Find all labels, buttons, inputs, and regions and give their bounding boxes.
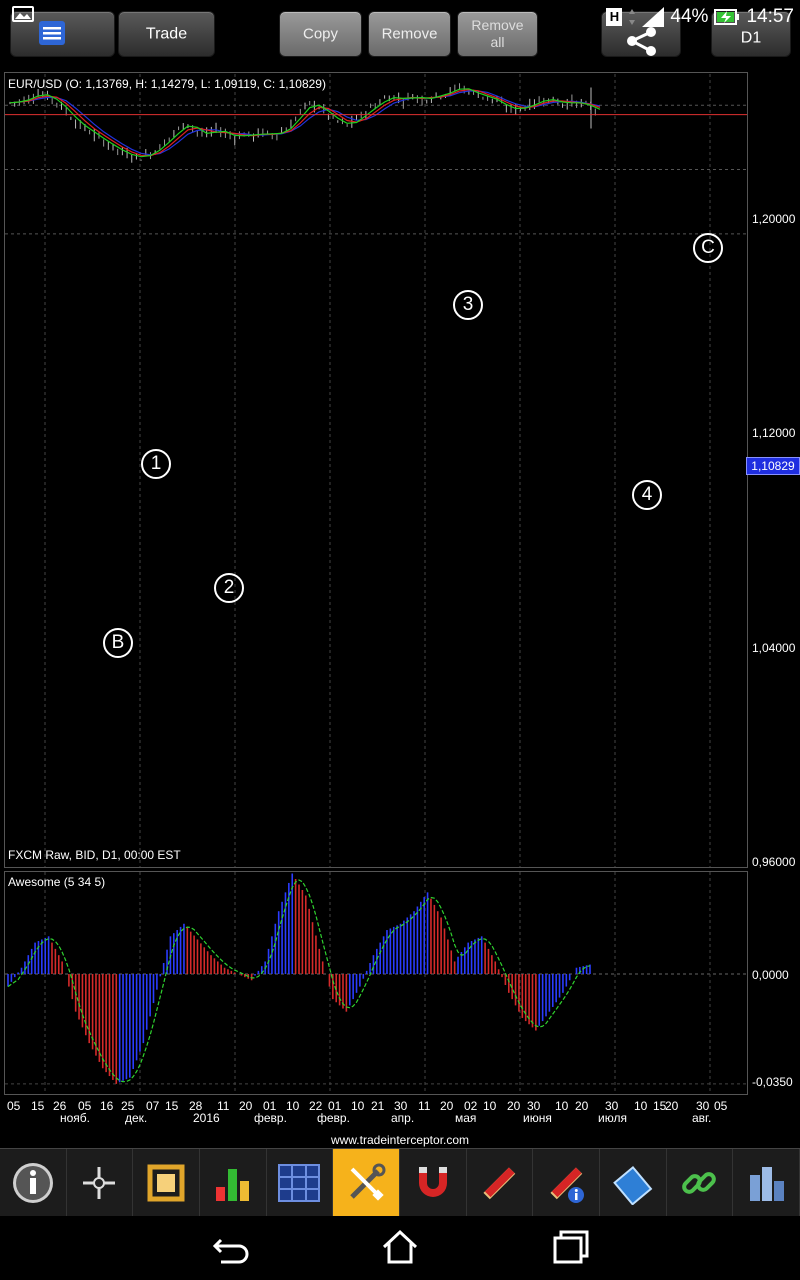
timeframe-label: D1 <box>740 29 762 47</box>
pencil-info-icon <box>550 1167 585 1203</box>
current-price-badge: 1,10829 <box>746 457 800 475</box>
magnet-tool[interactable] <box>400 1149 467 1217</box>
x-month-label: апр. <box>391 1111 415 1125</box>
data-arrows-icon <box>629 9 636 25</box>
link-icon <box>682 1172 717 1194</box>
signal-icon <box>642 7 665 27</box>
remove-button-label: Remove <box>381 25 438 43</box>
x-tick-label: 20 <box>440 1099 454 1113</box>
grid-tool[interactable] <box>267 1149 334 1217</box>
share-icon <box>627 27 656 56</box>
back-icon[interactable] <box>211 1228 251 1268</box>
android-nav-bar <box>0 1216 800 1280</box>
drawing-tool[interactable] <box>467 1149 534 1217</box>
info-tool[interactable] <box>0 1149 67 1217</box>
indicator-title: Awesome (5 34 5) <box>8 875 106 889</box>
frame-icon <box>147 1164 185 1202</box>
battery-percent: 44% <box>670 6 709 27</box>
x-tick-label: 21 <box>371 1099 385 1113</box>
bottom-toolbar <box>0 1148 800 1217</box>
indicator-y-tick: 0,0000 <box>752 968 789 982</box>
x-tick-label: 10 <box>286 1099 300 1113</box>
recents-icon[interactable] <box>551 1228 591 1268</box>
x-tick-label: 10 <box>351 1099 365 1113</box>
menu-icon <box>39 21 65 45</box>
tools-tool[interactable] <box>333 1149 400 1217</box>
x-month-label: февр. <box>317 1111 350 1125</box>
price-chart-svg[interactable] <box>0 72 800 872</box>
market-tool[interactable] <box>733 1149 800 1217</box>
indicators-tool[interactable] <box>200 1149 267 1217</box>
wave-label-b[interactable]: B <box>103 628 133 658</box>
wave-label-3[interactable]: 3 <box>453 290 483 320</box>
y-tick-label: 0,96000 <box>752 855 796 869</box>
x-month-label: февр. <box>254 1111 287 1125</box>
copy-button[interactable]: Copy <box>279 11 362 57</box>
buildings-icon <box>750 1167 785 1201</box>
layout-tool[interactable] <box>133 1149 200 1217</box>
x-tick-label: 10 <box>555 1099 569 1113</box>
network-h-badge: H <box>606 8 623 26</box>
home-icon[interactable] <box>380 1227 420 1267</box>
image-icon <box>15 13 31 19</box>
x-month-label: нояб. <box>60 1111 91 1125</box>
x-tick-label: 10 <box>483 1099 497 1113</box>
remove-button[interactable]: Remove <box>368 11 451 57</box>
x-tick-label: 16 <box>100 1099 114 1113</box>
x-tick-label: 11 <box>418 1099 431 1113</box>
x-tick-label: 20 <box>507 1099 521 1113</box>
status-bar-left-icon <box>12 6 34 22</box>
wave-label-2[interactable]: 2 <box>214 573 244 603</box>
x-tick-label: 20 <box>665 1099 679 1113</box>
x-tick-label: 15 <box>31 1099 45 1113</box>
remove-all-label-line1: Remove <box>471 17 524 33</box>
y-tick-label: 1,20000 <box>752 212 796 226</box>
wave-label-4[interactable]: 4 <box>632 480 662 510</box>
ma-blue-line <box>9 90 601 156</box>
x-month-label: 2016 <box>193 1111 220 1125</box>
chart-title: EUR/USD (O: 1,13769, H: 1,14279, L: 1,09… <box>8 77 326 91</box>
y-tick-label: 1,04000 <box>752 641 796 655</box>
y-tick-label: 1,12000 <box>752 426 796 440</box>
wrench-screwdriver-icon <box>350 1163 386 1201</box>
x-tick-label: 10 <box>634 1099 648 1113</box>
trade-button-label: Trade <box>145 25 188 43</box>
x-month-label: мая <box>455 1111 477 1125</box>
remove-all-label-line2: all <box>490 34 505 50</box>
watermark: www.tradeinterceptor.com <box>330 1133 470 1147</box>
indicator-y-tick: -0,0350 <box>752 1075 793 1089</box>
eraser-icon <box>612 1165 653 1205</box>
eraser-tool[interactable] <box>600 1149 667 1217</box>
wave-label-1[interactable]: 1 <box>141 449 171 479</box>
drawing-info-tool[interactable] <box>533 1149 600 1217</box>
link-tool[interactable] <box>667 1149 734 1217</box>
x-month-label: авг. <box>692 1111 712 1125</box>
clock: 14:57 <box>746 6 794 27</box>
remove-all-button[interactable]: Remove all <box>457 11 538 57</box>
x-tick-label: 20 <box>239 1099 253 1113</box>
trade-button[interactable]: Trade <box>118 11 215 57</box>
info-icon <box>12 1163 53 1203</box>
x-tick-label: 05 <box>7 1099 21 1113</box>
status-bar: H 44% 14:57 <box>606 4 794 30</box>
crosshair-icon <box>83 1167 116 1199</box>
grid-icon <box>278 1164 321 1202</box>
bar-chart-icon <box>215 1169 249 1201</box>
battery-charging-icon <box>714 9 740 25</box>
crosshair-tool[interactable] <box>67 1149 134 1217</box>
wave-label-c[interactable]: C <box>693 233 723 263</box>
x-month-label: июля <box>598 1111 627 1125</box>
x-tick-label: 05 <box>714 1099 728 1113</box>
copy-button-label: Copy <box>302 25 339 43</box>
pencil-ruler-icon <box>483 1167 516 1200</box>
x-tick-label: 07 <box>146 1099 160 1113</box>
chart-footer: FXCM Raw, BID, D1, 00:00 EST <box>8 848 181 862</box>
x-month-label: июня <box>523 1111 552 1125</box>
x-tick-label: 15 <box>165 1099 179 1113</box>
magnet-icon <box>418 1167 447 1197</box>
awesome-oscillator-svg[interactable] <box>0 868 800 1098</box>
x-month-label: дек. <box>125 1111 148 1125</box>
x-tick-label: 20 <box>575 1099 589 1113</box>
